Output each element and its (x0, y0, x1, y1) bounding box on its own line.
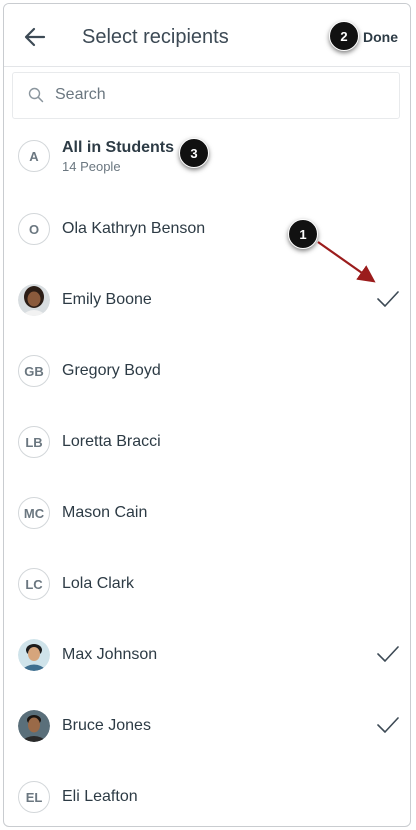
recipient-name: Lola Clark (62, 575, 135, 592)
avatar: LB (18, 426, 50, 458)
checkmark-icon (376, 289, 400, 309)
recipient-name: Gregory Boyd (62, 362, 161, 379)
recipient-row-bruce-jones[interactable]: Bruce Jones (4, 690, 410, 761)
recipient-name: Ola Kathryn Benson (62, 220, 206, 237)
avatar: MC (18, 497, 50, 529)
photo-avatar (18, 710, 50, 742)
back-arrow-icon[interactable] (22, 24, 48, 50)
recipient-name: Emily Boone (62, 291, 152, 308)
recipient-name: Mason Cain (62, 504, 148, 521)
search-input[interactable] (55, 83, 385, 107)
recipient-count: 14 People (62, 159, 121, 174)
app-frame: Select recipients Done A All in Students… (3, 3, 411, 827)
callout-badge-3: 3 (179, 138, 209, 168)
recipient-name: Loretta Bracci (62, 433, 161, 450)
recipient-row-loretta-bracci[interactable]: LB Loretta Bracci (4, 406, 410, 477)
recipient-row-max-johnson[interactable]: Max Johnson (4, 619, 410, 690)
recipient-row-gregory-boyd[interactable]: GB Gregory Boyd (4, 335, 410, 406)
search-bar[interactable] (12, 72, 400, 119)
avatar: EL (18, 781, 50, 813)
photo-avatar (18, 284, 50, 316)
search-icon (28, 87, 44, 103)
photo-avatar (18, 639, 50, 671)
callout-arrow-icon (317, 241, 376, 283)
page-title: Select recipients (82, 26, 229, 48)
done-button[interactable]: Done (363, 29, 398, 45)
checkmark-icon (376, 644, 400, 664)
recipient-row-eli-leafton[interactable]: EL Eli Leafton (4, 761, 410, 826)
recipient-name: Max Johnson (62, 646, 158, 663)
recipient-row-lola-clark[interactable]: LC Lola Clark (4, 548, 410, 619)
avatar: O (18, 213, 50, 245)
callout-badge-2: 2 (329, 21, 359, 51)
recipient-name: Eli Leafton (62, 788, 138, 805)
recipient-row-mason-cain[interactable]: MC Mason Cain (4, 477, 410, 548)
avatar: GB (18, 355, 50, 387)
checkmark-icon (376, 715, 400, 735)
recipient-name: All in Students (62, 139, 174, 156)
avatar: LC (18, 568, 50, 600)
avatar: A (18, 140, 50, 172)
recipient-name: Bruce Jones (62, 717, 151, 734)
